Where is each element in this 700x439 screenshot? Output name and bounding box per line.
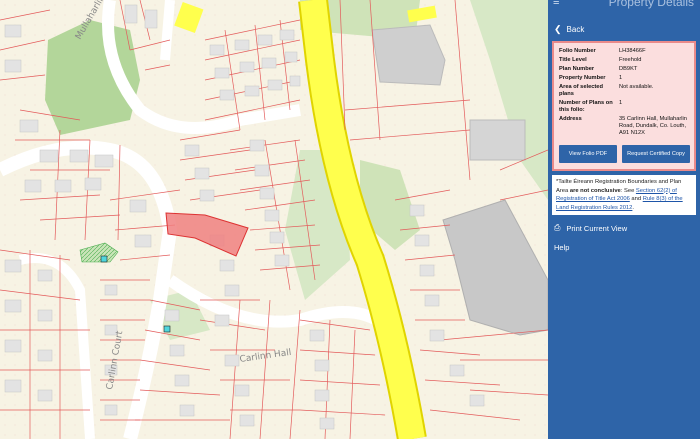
property-key: Area of selected plans — [559, 84, 603, 97]
property-value: 1 — [619, 100, 623, 106]
property-key: Number of Plans on this folio: — [559, 100, 613, 113]
residential-road — [160, 0, 175, 61]
property-row: Title Level Freehold — [559, 56, 690, 65]
request-certified-copy-button[interactable]: Request Certified Copy — [622, 145, 690, 163]
property-key: Title Level — [559, 57, 587, 63]
property-value: DB9KT — [619, 66, 638, 72]
property-info-box: Folio Number LH38466F Title Level Freehold… — [552, 41, 696, 171]
building — [371, 24, 446, 86]
property-row: Folio Number LH38466F — [559, 47, 690, 56]
notice-bold: are not conclusive — [569, 187, 621, 194]
print-current-view-button[interactable]: ⎙ Print Current View — [548, 223, 700, 233]
property-row: Property Number 1 — [559, 74, 690, 83]
property-value: 1 — [619, 75, 623, 81]
property-key: Property Number — [559, 75, 606, 81]
property-details-panel: ≡ Property Details ❮ Back Folio Number LH… — [548, 0, 700, 439]
property-value: Not available. — [619, 84, 654, 90]
notice-middle: : See — [620, 187, 636, 194]
map-marker[interactable] — [163, 325, 171, 333]
property-table: Folio Number LH38466F Title Level Freehold… — [559, 47, 690, 138]
building — [469, 119, 526, 161]
hamburger-menu-icon[interactable]: ≡ — [553, 0, 559, 8]
property-key: Folio Number — [559, 48, 596, 54]
action-buttons: View Folio PDF Request Certified Copy — [559, 145, 690, 163]
help-link[interactable]: Help — [548, 243, 700, 252]
property-row: Address 35 Carlinn Hall, Mullaharlin Road… — [559, 115, 690, 138]
property-key: Plan Number — [559, 66, 595, 72]
property-row: Number of Plans on this folio: 1 — [559, 99, 690, 115]
chevron-left-icon: ❮ — [554, 23, 562, 34]
back-button[interactable]: ❮ Back — [548, 20, 700, 38]
property-key: Address — [559, 116, 582, 122]
property-row: Plan Number DB9KT — [559, 65, 690, 74]
property-value: LH38466F — [619, 48, 646, 54]
printer-icon: ⎙ — [554, 223, 561, 233]
property-row: Area of selected plans Not available. — [559, 83, 690, 99]
panel-title: Property Details — [608, 0, 694, 9]
property-value: 35 Carlinn Hall, Mullaharlin Road, Dunda… — [619, 116, 687, 136]
notice-and: and — [629, 196, 643, 203]
notice-suffix: . — [632, 204, 635, 211]
registration-notice: *Tailte Éireann Registration Boundaries … — [552, 175, 696, 216]
property-value: Freehold — [619, 57, 642, 63]
map-view[interactable]: Mullaharlin Carlinn Court Carlinn Hall — [0, 0, 548, 439]
panel-header: ≡ Property Details — [548, 0, 700, 10]
back-label: Back — [566, 24, 585, 34]
print-label: Print Current View — [566, 223, 628, 233]
map-marker[interactable] — [100, 255, 108, 263]
view-folio-pdf-button[interactable]: View Folio PDF — [559, 145, 617, 163]
